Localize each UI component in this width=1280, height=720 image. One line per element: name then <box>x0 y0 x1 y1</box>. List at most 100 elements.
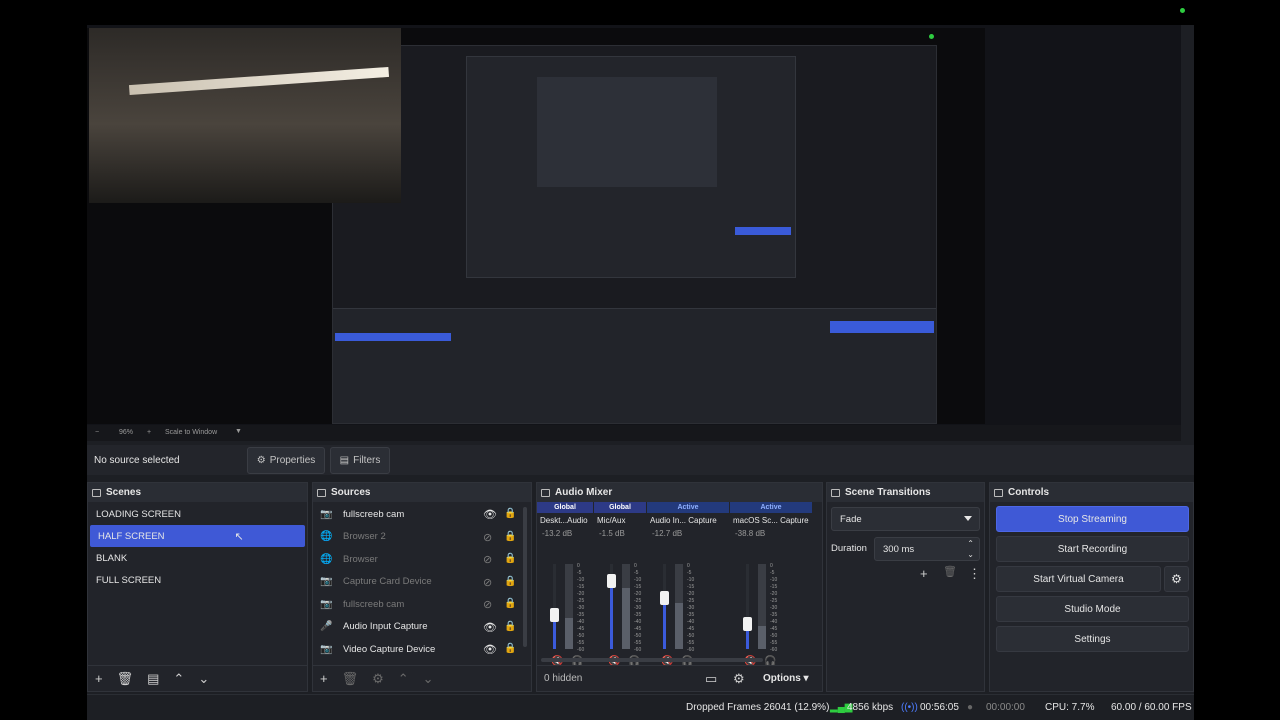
volume-fader[interactable] <box>746 564 749 649</box>
transition-select[interactable]: Fade <box>831 507 980 531</box>
db-scale-tick: -15 <box>634 584 642 590</box>
volume-fader-handle[interactable] <box>660 591 669 605</box>
mixer-channel-header: Active <box>730 502 812 513</box>
eye-hidden-icon[interactable]: ⊘ <box>483 598 492 611</box>
eye-hidden-icon[interactable]: ⊘ <box>483 531 492 544</box>
chevron-down-icon[interactable]: ⌄ <box>423 672 434 685</box>
source-row[interactable]: 📷 fullscreeb cam 👁 🔒 <box>313 503 531 526</box>
stop-streaming-button[interactable]: Stop Streaming <box>996 506 1189 532</box>
gear-icon[interactable]: ⚙ <box>372 672 384 685</box>
scene-label: HALF SCREEN <box>98 530 165 542</box>
source-row[interactable]: 📷 Capture Card Device ⊘ 🔒 <box>313 571 531 594</box>
db-scale-tick: 0 <box>577 563 580 569</box>
source-row[interactable]: 🎤 Audio Input Capture 👁 🔒 <box>313 616 531 639</box>
start-virtual-camera-button[interactable]: Start Virtual Camera <box>996 566 1161 592</box>
volume-fader-handle[interactable] <box>743 616 752 631</box>
lock-icon[interactable]: 🔒 <box>504 643 516 654</box>
more-icon[interactable]: ⋮ <box>968 567 981 580</box>
filters-button[interactable]: ▤ Filters <box>330 447 390 474</box>
volume-fader[interactable] <box>553 564 556 649</box>
mixer-channel-name[interactable]: macOS Sc... Capture <box>730 516 812 525</box>
zoom-mode[interactable]: Scale to Window <box>165 429 217 436</box>
db-scale-tick: -15 <box>577 584 585 590</box>
trash-icon[interactable]: 🗑 <box>943 567 957 578</box>
zoom-out-icon[interactable]: − <box>95 429 99 436</box>
chevron-down-icon[interactable]: ⌄ <box>198 672 209 685</box>
source-label: fullscreeb cam <box>343 598 405 610</box>
source-row[interactable]: 🌐 Browser ⊘ 🔒 <box>313 548 531 571</box>
volume-meter <box>675 564 683 649</box>
add-icon[interactable]: + <box>95 672 103 685</box>
eye-hidden-icon[interactable]: ⊘ <box>483 553 492 566</box>
properties-button[interactable]: ⚙ Properties <box>247 447 325 474</box>
lock-icon[interactable]: 🔒 <box>504 531 516 542</box>
filters-icon: ▤ <box>339 455 350 466</box>
source-row[interactable]: 📷 Video Capture Device 👁 🔒 <box>313 638 531 661</box>
db-scale-tick: -10 <box>634 577 642 583</box>
db-scale-tick: -30 <box>687 605 695 611</box>
layout-icon[interactable]: ▭ <box>705 672 717 685</box>
mixer-channel-name[interactable]: Deskt...Audio <box>537 516 593 525</box>
source-row[interactable]: 📷 fullscreeb cam ⊘ 🔒 <box>313 593 531 616</box>
scenes-title: Scenes <box>106 487 142 498</box>
volume-fader[interactable] <box>663 564 666 649</box>
lock-icon[interactable]: 🔒 <box>504 621 516 632</box>
scene-item[interactable]: LOADING SCREEN <box>88 503 307 525</box>
audio-settings-icon[interactable]: ⚙ <box>733 672 745 685</box>
scene-item[interactable]: BLANK <box>88 547 307 569</box>
eye-icon[interactable]: 👁 <box>483 643 497 656</box>
dock-icon <box>994 488 1003 497</box>
scene-item[interactable]: FULL SCREEN <box>88 569 307 591</box>
lock-icon[interactable]: 🔒 <box>504 553 516 564</box>
scenes-toolbar: + 🗑 ▤ ⌃ ⌄ <box>88 665 307 691</box>
mixer-hscrollbar[interactable] <box>541 658 763 662</box>
chevron-up-icon[interactable]: ⌃ <box>398 672 409 685</box>
volume-fader-handle[interactable] <box>550 608 559 622</box>
lock-icon[interactable]: 🔒 <box>504 508 516 519</box>
properties-label: Properties <box>269 455 316 466</box>
trash-icon[interactable]: 🗑 <box>342 672 359 685</box>
volume-fader-handle[interactable] <box>607 574 616 588</box>
mixer-channel-name[interactable]: Mic/Aux <box>594 516 646 525</box>
chevron-up-icon[interactable]: ⌃ <box>173 672 184 685</box>
db-scale-tick: -5 <box>770 570 775 576</box>
db-scale-tick: -35 <box>634 612 642 618</box>
filter-icon[interactable]: ▤ <box>147 672 159 685</box>
eye-icon[interactable]: 👁 <box>483 621 497 634</box>
trash-icon[interactable]: 🗑 <box>117 672 134 685</box>
db-scale-tick: -5 <box>577 570 582 576</box>
chevron-down-icon[interactable]: ▼ <box>235 428 242 435</box>
db-scale: 0 -5 -10 -15 -20 -25 -30 -35 -40 -45 -50 -55 -60 <box>770 563 777 654</box>
zoom-level: 96% <box>119 429 134 436</box>
duration-input[interactable]: 300 ms ⌃ ⌄ <box>874 537 980 561</box>
virtual-camera-gear-icon[interactable]: ⚙ <box>1164 566 1189 592</box>
db-scale-tick: -45 <box>577 626 585 632</box>
db-scale: 0 -5 -10 -15 -20 -25 -30 -35 -40 -45 -50 -55 -60 <box>687 563 694 654</box>
lock-icon[interactable]: 🔒 <box>504 576 516 587</box>
mixer-channel-name[interactable]: Audio In... Capture <box>647 516 729 525</box>
db-scale-tick: -45 <box>687 626 695 632</box>
lock-icon[interactable]: 🔒 <box>504 598 516 609</box>
db-scale-tick: -55 <box>577 640 585 646</box>
spin-arrows-icon[interactable]: ⌃ ⌄ <box>967 538 974 560</box>
eye-icon[interactable]: 👁 <box>483 508 497 521</box>
db-scale-tick: -25 <box>577 598 585 604</box>
sources-scrollbar[interactable] <box>523 507 527 647</box>
settings-button[interactable]: Settings <box>996 626 1189 652</box>
add-icon[interactable]: + <box>320 672 328 685</box>
db-scale: 0 -5 -10 -15 -20 -25 -30 -35 -40 -45 -50 -55 -60 <box>634 563 641 654</box>
eye-hidden-icon[interactable]: ⊘ <box>483 576 492 589</box>
controls-dock: Controls Stop Streaming Start Recording … <box>989 482 1194 692</box>
scene-label: BLANK <box>96 552 128 564</box>
start-recording-button[interactable]: Start Recording <box>996 536 1189 562</box>
db-scale-tick: -55 <box>770 640 778 646</box>
add-icon[interactable]: + <box>920 567 928 580</box>
nested-docks-capture <box>333 308 936 423</box>
db-scale-tick: 0 <box>770 563 773 569</box>
studio-mode-button[interactable]: Studio Mode <box>996 596 1189 622</box>
scene-item-selected[interactable]: HALF SCREEN ↖ <box>90 525 305 547</box>
options-button[interactable]: Options ▾ <box>763 673 809 684</box>
source-row[interactable]: 🌐 Browser 2 ⊘ 🔒 <box>313 526 531 549</box>
globe-icon: 🌐 <box>320 531 333 543</box>
zoom-in-icon[interactable]: + <box>147 429 151 436</box>
